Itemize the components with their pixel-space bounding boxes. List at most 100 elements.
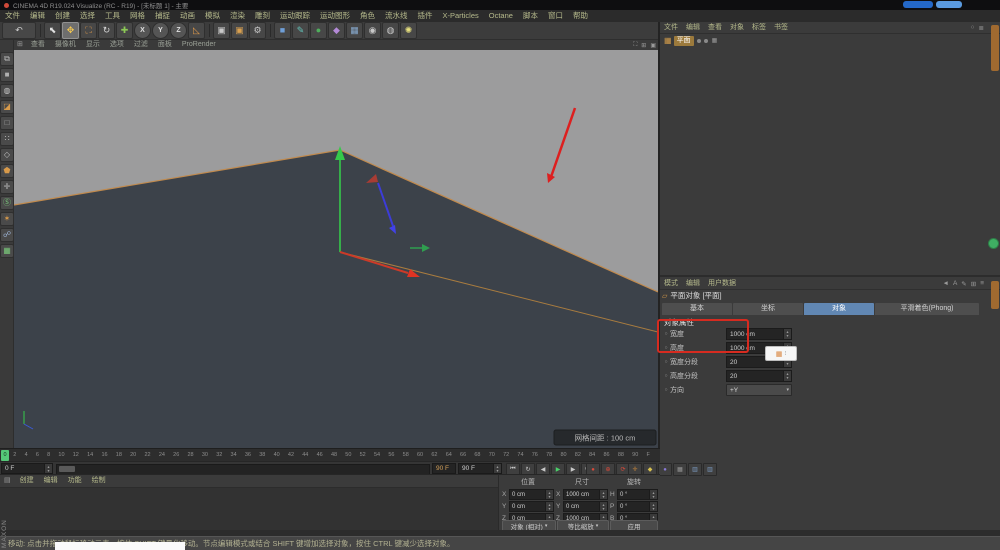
scale-tool-icon[interactable]: ⛶ [80,22,97,39]
panel-layout-icon[interactable]: ▥ [703,463,717,476]
viewport-menu-item-6[interactable]: 面板 [153,40,177,50]
render-settings-icon[interactable]: ⚙ [249,22,266,39]
coord-field-旋转-H[interactable]: 0 °▴▾ [617,489,658,500]
attr-toggle-icon[interactable]: ○ [662,359,670,365]
coord-field-尺寸-X[interactable]: 1000 cm▴▾ [563,489,608,500]
visibility-dot-top[interactable] [697,39,701,43]
keyframe-rotation-toggle[interactable]: ● [658,463,672,476]
tab-平滑着色(Phong)[interactable]: 平滑着色(Phong) [875,303,979,315]
titlebar-badge-2[interactable] [936,1,962,8]
tab-对象[interactable]: 对象 [804,303,874,315]
viewport-panel-icon[interactable]: ⊞ [14,40,26,50]
menu-item-6[interactable]: 网格 [125,10,150,22]
polygons-mode-icon[interactable]: ⬟ [0,164,14,178]
attribute-manager-menu-item-2[interactable]: 编辑 [682,278,704,289]
axis-mode-icon[interactable]: ✛ [0,180,14,194]
timeline-playhead[interactable]: 0 [1,450,9,461]
lock-x-button[interactable]: X [134,22,151,39]
render-picture-viewer-icon[interactable]: ▣ [231,22,248,39]
coord-stepper[interactable]: ▴▾ [599,490,607,499]
attr-toggle-icon[interactable]: ○ [662,373,670,379]
material-menu-item-3[interactable]: 功能 [63,475,87,487]
object-manager-menu-item-5[interactable]: 标签 [748,22,770,33]
object-manager-menu-item-3[interactable]: 查看 [704,22,726,33]
attribute-manager-scrollbar[interactable] [991,281,999,309]
model-mode-icon[interactable]: ■ [0,68,14,82]
move-tool-icon[interactable]: ✥ [62,22,79,39]
menu-item-14[interactable]: 角色 [355,10,380,22]
material-panel-icon[interactable]: ▤ [0,475,15,487]
primitive-cube-icon[interactable]: ■ [274,22,291,39]
tweak-mode-icon[interactable]: ✶ [0,212,14,226]
material-ball-icon[interactable]: ◍ [382,22,399,39]
deformer-icon[interactable]: ◆ [328,22,345,39]
keyframe-parameter-toggle[interactable]: ▦ [673,463,687,476]
coord-field-位置-Y[interactable]: 0 cm▴▾ [509,501,554,512]
coord-stepper[interactable]: ▴▾ [649,490,657,499]
viewport-menu-item-3[interactable]: 显示 [81,40,105,50]
coord-stepper[interactable]: ▴▾ [545,490,553,499]
viewport-menu-item-4[interactable]: 选项 [105,40,129,50]
quantize-icon[interactable]: ▦ [0,244,14,258]
object-manager-scrollbar[interactable] [991,25,999,71]
viewport-menu-item-1[interactable]: 查看 [26,40,50,50]
menu-item-13[interactable]: 运动图形 [315,10,355,22]
panel-splitter[interactable] [660,275,1000,277]
am-menu-icon[interactable]: ≡ [978,280,986,288]
menu-item-1[interactable]: 文件 [0,10,25,22]
menu-item-11[interactable]: 雕刻 [250,10,275,22]
menu-item-2[interactable]: 编辑 [25,10,50,22]
am-back-icon[interactable]: ◄ [941,280,951,288]
menu-item-8[interactable]: 动画 [175,10,200,22]
attr-stepper-1[interactable]: ▴▾ [783,329,791,339]
menu-item-17[interactable]: X-Particles [438,10,484,22]
object-label[interactable]: 平面 [674,36,694,46]
solo-mode-icon[interactable]: Ⓢ [0,196,14,210]
object-mode-icon[interactable]: □ [0,116,14,130]
coord-field-尺寸-Y[interactable]: 0 cm▴▾ [563,501,608,512]
end-frame-field[interactable]: 90 F ▴▾ [458,463,502,474]
vp-float-icon[interactable]: ▣ [648,42,658,49]
menu-item-9[interactable]: 模拟 [200,10,225,22]
lock-z-button[interactable]: Z [170,22,187,39]
object-tag-icon[interactable]: ▦ [712,37,718,44]
object-manager-menu-item-4[interactable]: 对象 [726,22,748,33]
attr-toggle-icon[interactable]: ○ [662,387,670,393]
attribute-manager-menu-item-1[interactable]: 模式 [660,278,682,289]
rotate-tool-icon[interactable]: ↻ [98,22,115,39]
light-icon[interactable]: ✺ [400,22,417,39]
material-menu-item-4[interactable]: 绘制 [87,475,111,487]
menu-item-4[interactable]: 选择 [75,10,100,22]
plugin-button[interactable] [988,238,999,249]
viewport-menu-item-7[interactable]: ProRender [177,40,221,50]
menu-item-21[interactable]: 帮助 [568,10,593,22]
menu-item-18[interactable]: Octane [484,10,518,22]
coord-field-位置-X[interactable]: 0 cm▴▾ [509,489,554,500]
menu-item-20[interactable]: 窗口 [543,10,568,22]
object-manager-menu-item-6[interactable]: 书签 [770,22,792,33]
am-grid-icon[interactable]: ⊞ [969,280,978,288]
tab-坐标[interactable]: 坐标 [733,303,803,315]
material-menu-item-2[interactable]: 编辑 [39,475,63,487]
undo-icon[interactable]: ↶ [2,22,36,39]
menu-item-12[interactable]: 运动跟踪 [275,10,315,22]
menu-item-15[interactable]: 流水线 [380,10,413,22]
timeline-ruler[interactable]: 0246810121416182022242628303234363840424… [0,448,660,461]
menu-item-3[interactable]: 创建 [50,10,75,22]
am-edit-icon[interactable]: ✎ [959,280,968,288]
points-mode-icon[interactable]: ∷ [0,132,14,146]
coord-stepper[interactable]: ▴▾ [649,502,657,511]
attr-stepper-4[interactable]: ▴▾ [783,371,791,381]
menu-item-19[interactable]: 脚本 [518,10,543,22]
coord-stepper[interactable]: ▴▾ [545,502,553,511]
viewport-menu-item-5[interactable]: 过滤 [129,40,153,50]
coord-system-icon[interactable]: ◺ [188,22,205,39]
cursor-tool-icon[interactable]: ⬉ [44,22,61,39]
camera-icon[interactable]: ◉ [364,22,381,39]
coord-field-旋转-P[interactable]: 0 °▴▾ [617,501,658,512]
om-filter-icon[interactable]: ≣ [977,24,986,32]
menu-item-7[interactable]: 捕捉 [150,10,175,22]
last-tool-icon[interactable]: ✚ [116,22,133,39]
vp-maximize-icon[interactable]: ⛶ [631,42,639,49]
viewport-menu-item-2[interactable]: 摄像机 [50,40,81,50]
